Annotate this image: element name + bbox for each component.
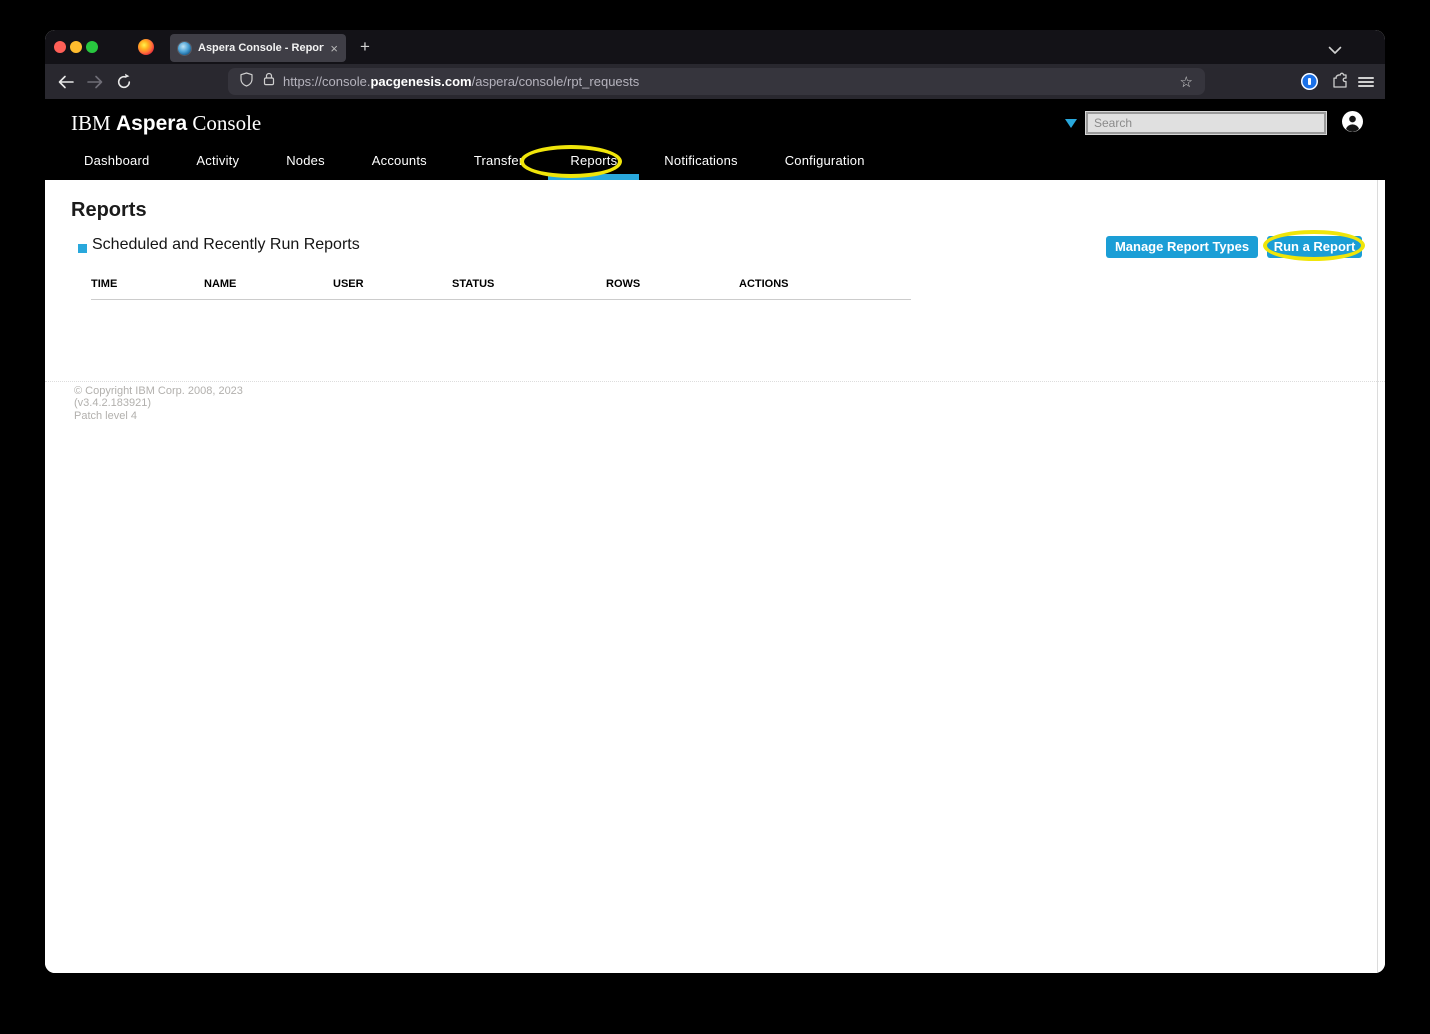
reports-table-header: TIME NAME USER STATUS ROWS ACTIONS [91,278,911,300]
page-content: Reports Scheduled and Recently Run Repor… [45,180,1385,973]
app-header: IBM Aspera Console Dashboard Activity No… [45,99,1385,180]
user-avatar-icon[interactable] [1342,111,1363,132]
manage-report-types-button[interactable]: Manage Report Types [1106,236,1258,258]
extensions-puzzle-icon[interactable] [1331,72,1349,95]
nav-tab-notifications[interactable]: Notifications [664,153,737,180]
window-zoom-button[interactable] [86,41,98,53]
onepassword-extension-icon[interactable] [1301,73,1318,90]
column-header-rows: ROWS [606,278,641,290]
search-scope-dropdown-icon[interactable] [1065,119,1077,128]
section-bullet-icon [78,244,87,253]
column-header-user: USER [333,278,364,290]
lock-icon[interactable] [263,72,275,91]
footer-patch-level: Patch level 4 [74,409,137,422]
nav-tab-accounts[interactable]: Accounts [372,153,427,180]
column-header-name: NAME [204,278,237,290]
url-bar[interactable]: https://console.pacgenesis.com/aspera/co… [228,68,1205,95]
browser-window: Aspera Console - Reports × + https://con… [45,30,1385,973]
page-title: Reports [71,199,147,221]
search-input[interactable] [1085,111,1327,135]
column-header-actions: ACTIONS [739,278,789,290]
nav-tab-transfer[interactable]: Transfer [474,153,524,180]
reload-icon[interactable] [115,73,133,91]
window-close-button[interactable] [54,41,66,53]
nav-tab-nodes[interactable]: Nodes [286,153,325,180]
tracking-shield-icon[interactable] [240,71,253,92]
content-right-divider [1377,180,1378,973]
menu-hamburger-icon[interactable] [1358,77,1374,87]
tab-list-chevron-icon[interactable] [1328,42,1342,60]
column-header-status: STATUS [452,278,495,290]
window-minimize-button[interactable] [70,41,82,53]
desktop-background: Aspera Console - Reports × + https://con… [0,0,1430,1034]
firefox-icon [138,39,154,55]
aspera-favicon-icon [178,41,191,55]
section-title: Scheduled and Recently Run Reports [92,236,360,253]
copyright-footer: © Copyright IBM Corp. 2008, 2023 (v3.4.2… [45,381,1385,422]
tab-title: Aspera Console - Reports [198,42,325,54]
reports-table: TIME NAME USER STATUS ROWS ACTIONS [91,278,911,300]
browser-toolbar: https://console.pacgenesis.com/aspera/co… [45,64,1385,99]
app-logo: IBM Aspera Console [71,111,262,135]
main-nav: Dashboard Activity Nodes Accounts Transf… [84,153,865,180]
tab-close-icon[interactable]: × [330,41,338,56]
bookmark-star-icon[interactable]: ☆ [1180,73,1193,91]
footer-version: (v3.4.2.183921) [74,397,152,410]
footer-copyright: © Copyright IBM Corp. 2008, 2023 [74,385,243,397]
nav-tab-activity[interactable]: Activity [196,153,239,180]
nav-tab-configuration[interactable]: Configuration [785,153,865,180]
forward-icon[interactable] [86,73,104,91]
run-a-report-button[interactable]: Run a Report [1267,236,1362,258]
column-header-time: TIME [91,278,118,290]
new-tab-button[interactable]: + [355,37,375,57]
url-text: https://console.pacgenesis.com/aspera/co… [283,74,640,89]
browser-tab-bar: Aspera Console - Reports × + [45,30,1385,64]
nav-tab-reports[interactable]: Reports [548,153,640,180]
back-icon[interactable] [57,73,75,91]
browser-tab[interactable]: Aspera Console - Reports × [170,34,346,62]
nav-tab-dashboard[interactable]: Dashboard [84,153,149,180]
